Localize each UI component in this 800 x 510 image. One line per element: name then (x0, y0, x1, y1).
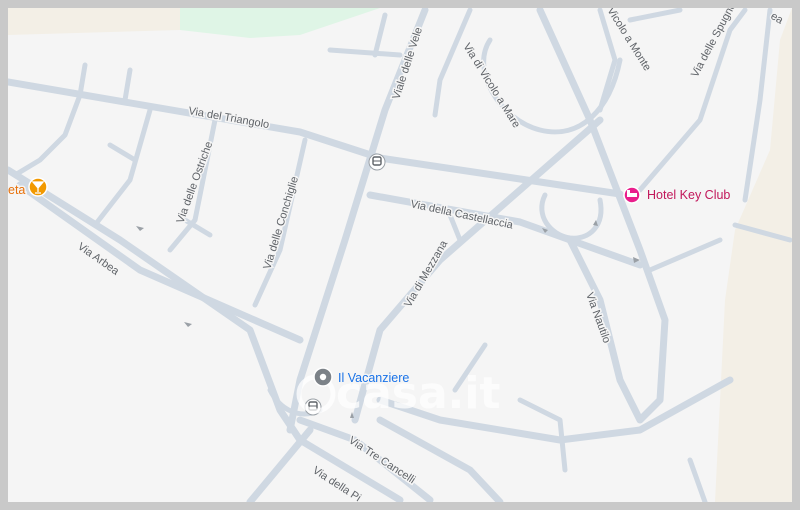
poi-hotel-label: Hotel Key Club (647, 188, 730, 202)
map-frame: Via del Triangolo Viale delle Vele Via d… (0, 0, 800, 510)
map-svg[interactable]: Via del Triangolo Viale delle Vele Via d… (8, 8, 792, 502)
poi-bar-label: eta (8, 183, 25, 197)
poi-vacanziere-label: Il Vacanziere (338, 371, 409, 385)
place-pin-dot (319, 373, 327, 381)
poi-il-vacanziere[interactable]: Il Vacanziere (313, 367, 411, 387)
map-canvas[interactable]: Via del Triangolo Viale delle Vele Via d… (8, 8, 792, 502)
bus-stop-north[interactable] (368, 153, 386, 171)
hotel-glyph-pillow (627, 190, 630, 193)
hotel-glyph-bed (627, 193, 637, 197)
